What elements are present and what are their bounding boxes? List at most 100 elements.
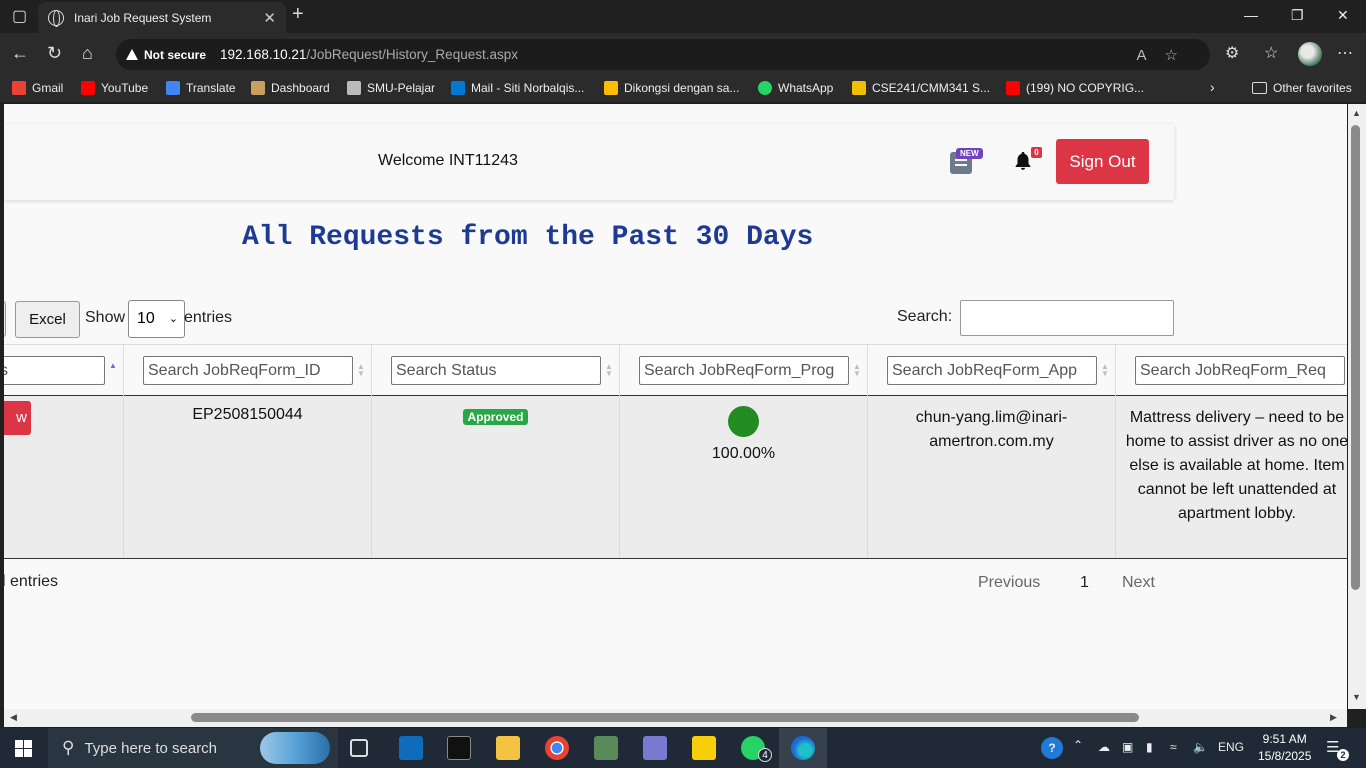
wifi-icon[interactable]: ≈ <box>1170 740 1177 754</box>
cloud-icon[interactable]: ☁ <box>1098 740 1110 754</box>
status-cell: Approved <box>372 396 620 558</box>
network-app-icon[interactable] <box>594 736 618 760</box>
url-text[interactable]: 192.168.10.21/JobRequest/History_Request… <box>220 47 518 62</box>
terminal-taskbar-icon[interactable] <box>447 736 471 760</box>
extensions-icon[interactable]: ⚙ <box>1225 43 1239 63</box>
bookmark-mail[interactable]: Mail - Siti Norbalqis... <box>451 81 584 95</box>
windows-start-icon[interactable] <box>15 740 32 757</box>
sort-icon[interactable]: ▲ ▼ <box>853 363 861 378</box>
column-header-reason[interactable]: Search JobReqForm_Req <box>1116 345 1347 396</box>
notification-center-badge: 2 <box>1337 749 1349 761</box>
column-filter-approver[interactable]: Search JobReqForm_App <box>887 356 1097 385</box>
excel-export-button[interactable]: Excel <box>15 301 80 338</box>
scroll-down-icon[interactable]: ▼ <box>1352 692 1361 702</box>
new-tab-icon[interactable]: + <box>292 3 304 26</box>
browser-tab[interactable]: Inari Job Request System ✕ <box>38 2 286 33</box>
column-filter-status[interactable]: s <box>4 356 105 385</box>
volume-muted-icon[interactable]: 🔈 <box>1193 740 1208 754</box>
scroll-left-icon[interactable]: ◀ <box>10 712 17 723</box>
task-view-icon[interactable] <box>350 739 368 757</box>
restore-icon[interactable]: ❐ <box>1291 7 1304 24</box>
refresh-icon[interactable]: ↻ <box>47 44 62 62</box>
home-icon[interactable]: ⌂ <box>82 44 93 62</box>
display-icon[interactable]: ▣ <box>1122 740 1133 754</box>
bookmark-youtube[interactable]: YouTube <box>81 81 148 95</box>
close-tab-icon[interactable]: ✕ <box>263 9 276 27</box>
sticky-notes-icon[interactable] <box>692 736 716 760</box>
page-title: All Requests from the Past 30 Days <box>242 222 814 253</box>
windows-taskbar: ⚲ Type here to search 4 ? ⌃ ☁ ▣ ▮ ≈ 🔈 EN… <box>0 728 1366 768</box>
show-label: Show <box>85 309 126 326</box>
file-explorer-icon[interactable] <box>496 736 520 760</box>
bookmark-label: Mail - Siti Norbalqis... <box>471 81 585 95</box>
read-aloud-favorite-icons[interactable]: A☆ <box>1137 46 1196 64</box>
bookmark-youtube-video[interactable]: (199) NO COPYRIG... <box>1006 81 1144 95</box>
chevron-up-icon[interactable]: ⌃ <box>1073 738 1083 752</box>
bookmark-dashboard[interactable]: Dashboard <box>251 81 330 95</box>
bookmark-translate[interactable]: Translate <box>166 81 236 95</box>
other-favorites[interactable]: Other favorites <box>1252 81 1352 95</box>
pagination-next[interactable]: Next <box>1122 574 1155 592</box>
sort-icon[interactable]: ▲ ▼ <box>357 363 365 378</box>
scroll-right-icon[interactable]: ▶ <box>1330 712 1337 723</box>
pagination-page-1[interactable]: 1 <box>1080 574 1089 592</box>
table-search-input[interactable] <box>960 300 1174 336</box>
close-window-icon[interactable]: ✕ <box>1337 7 1349 24</box>
column-header-id[interactable]: Search JobReqForm_ID ▲ ▼ <box>124 345 372 396</box>
progress-indicator <box>728 406 759 437</box>
edge-icon[interactable] <box>791 736 815 760</box>
pagination-previous[interactable]: Previous <box>978 574 1040 592</box>
language-indicator[interactable]: ENG <box>1218 740 1244 754</box>
chevron-right-icon[interactable]: › <box>1210 79 1215 95</box>
column-header-status2[interactable]: Search Status ▲ ▼ <box>372 345 620 396</box>
column-header-progress[interactable]: Search JobReqForm_Prog ▲ ▼ <box>620 345 868 396</box>
view-button[interactable]: w <box>4 401 31 435</box>
column-filter-status2[interactable]: Search Status <box>391 356 601 385</box>
bookmark-drive[interactable]: Dikongsi dengan sa... <box>604 81 739 95</box>
help-icon[interactable]: ? <box>1041 737 1063 759</box>
vertical-scroll-thumb[interactable] <box>1351 125 1360 590</box>
system-clock[interactable]: 9:51 AM 15/8/2025 <box>1258 731 1311 765</box>
table-info: l entries <box>4 573 59 590</box>
battery-icon[interactable]: ▮ <box>1146 740 1153 754</box>
minimize-icon[interactable]: — <box>1244 7 1258 23</box>
table-header-row: s ▲ Search JobReqForm_ID ▲▼ Search Statu… <box>4 344 1347 396</box>
progress-text: 100.00% <box>711 445 776 462</box>
column-header-approver[interactable]: Search JobReqForm_App ▲ ▼ <box>868 345 1116 396</box>
bookmark-cse241[interactable]: CSE241/CMM341 S... <box>852 81 990 95</box>
page-length-select[interactable]: 10 ⌄ <box>128 300 185 338</box>
bookmark-label: Translate <box>186 81 236 95</box>
taskbar-search-box[interactable]: ⚲ Type here to search <box>48 728 338 768</box>
address-bar[interactable]: Not secure 192.168.10.21/JobRequest/Hist… <box>116 39 1210 70</box>
taskbar-search-placeholder: Type here to search <box>84 739 218 757</box>
bookmark-label: Dikongsi dengan sa... <box>624 81 740 95</box>
not-secure-indicator[interactable]: Not secure <box>126 48 206 62</box>
tab-actions-icon[interactable]: ▢ <box>12 6 27 26</box>
bookmark-whatsapp[interactable]: WhatsApp <box>758 81 833 95</box>
column-header-status[interactable]: s ▲ <box>4 345 124 396</box>
sort-icon[interactable]: ▲ ▼ <box>1101 363 1109 378</box>
search-highlight-image <box>260 732 330 764</box>
column-filter-reason[interactable]: Search JobReqForm_Req <box>1135 356 1345 385</box>
app-icon[interactable] <box>643 736 667 760</box>
sort-asc-icon[interactable]: ▲ <box>109 362 117 370</box>
bookmark-smu[interactable]: SMU-Pelajar <box>347 81 435 95</box>
sign-out-button[interactable]: Sign Out <box>1056 139 1149 184</box>
bookmark-gmail[interactable]: Gmail <box>12 81 63 95</box>
chrome-icon[interactable] <box>545 736 569 760</box>
whatsapp-count-badge: 4 <box>758 748 772 762</box>
back-icon[interactable]: ← <box>11 44 29 62</box>
vertical-scrollbar[interactable]: ▲ ▼ <box>1348 104 1366 709</box>
outlook-icon <box>451 81 465 95</box>
more-menu-icon[interactable]: ⋯ <box>1337 43 1353 63</box>
horizontal-scrollbar[interactable]: ◀ ▶ <box>4 709 1347 727</box>
sort-icon[interactable]: ▲ ▼ <box>605 363 613 378</box>
export-button-partial[interactable] <box>4 301 6 337</box>
column-filter-progress[interactable]: Search JobReqForm_Prog <box>639 356 849 385</box>
outlook-taskbar-icon[interactable] <box>399 736 423 760</box>
horizontal-scroll-thumb[interactable] <box>191 713 1139 722</box>
profile-avatar[interactable] <box>1298 42 1322 66</box>
column-filter-id[interactable]: Search JobReqForm_ID <box>143 356 353 385</box>
scroll-up-icon[interactable]: ▲ <box>1352 108 1361 118</box>
favorites-icon[interactable]: ☆ <box>1264 43 1278 63</box>
